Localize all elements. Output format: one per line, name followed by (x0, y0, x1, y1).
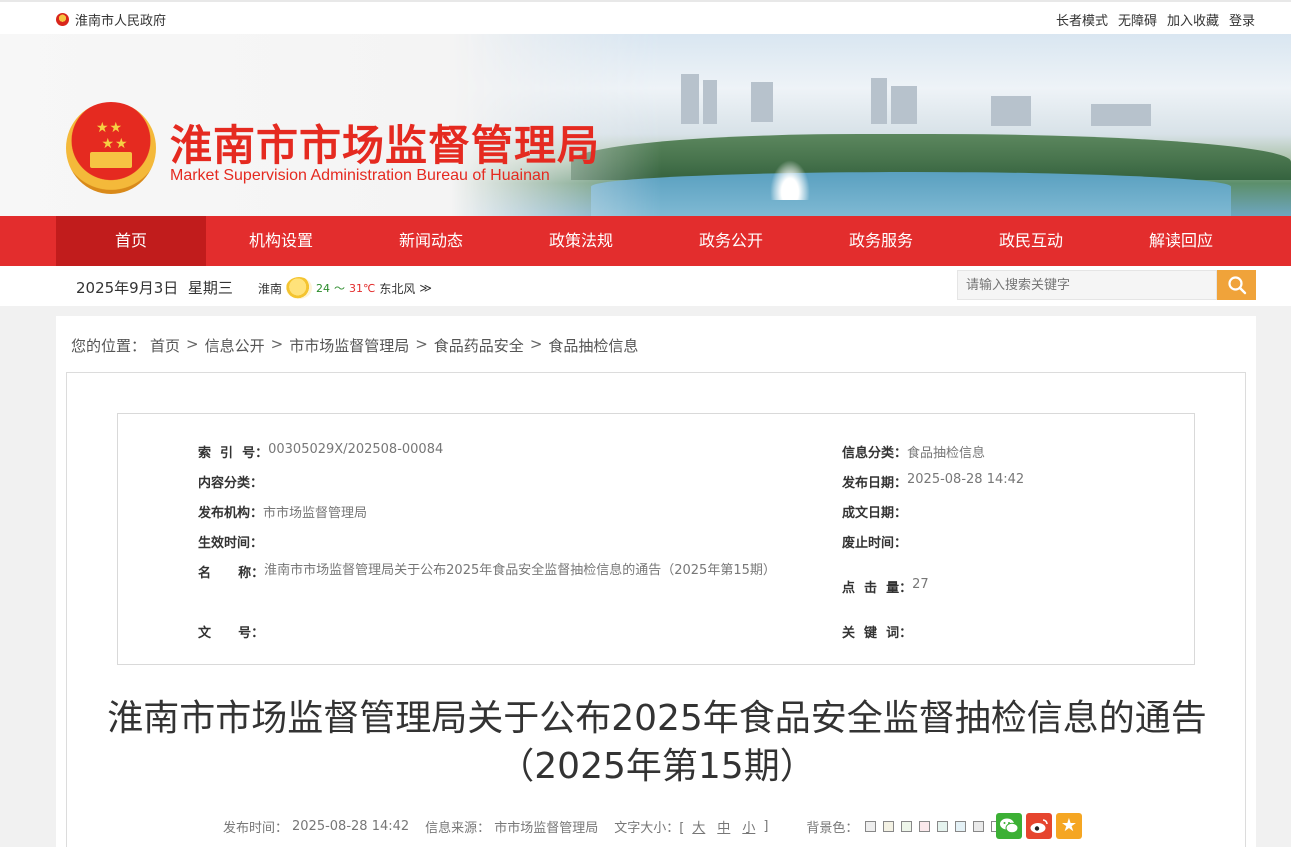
meta-category: 信息分类： 食品抽检信息 (842, 446, 986, 461)
bg-color-swatch[interactable] (919, 821, 931, 832)
meta-written-date: 成文日期： (842, 506, 908, 521)
breadcrumb: 您的位置： 首页 > 信息公开 > 市市场监督管理局 > 食品药品安全 > 食品… (71, 335, 639, 356)
article-title: 淮南市市场监督管理局关于公布2025年食品安全监督抽检信息的通告（2025年第1… (107, 698, 1207, 787)
font-size-small[interactable]: 小 (738, 817, 759, 836)
top-bar: 淮南市人民政府 长者模式 无障碍 加入收藏 登录 (0, 0, 1291, 34)
article-container: 索 引 号： 00305029X/202508-00084 信息分类： 食品抽检信息… (66, 372, 1246, 847)
add-favorite-link[interactable]: 加入收藏 (1167, 10, 1219, 29)
bureau-title-cn: 淮南市市场监督管理局 (170, 121, 601, 170)
meta-keywords: 关 键 词： (842, 626, 913, 641)
nav-item-organization[interactable]: 机构设置 (206, 216, 356, 266)
elder-mode-link[interactable]: 长者模式 (1056, 10, 1108, 29)
nav-item-news[interactable]: 新闻动态 (356, 216, 506, 266)
meta-content-type: 内容分类： (198, 476, 264, 491)
share-wechat-button[interactable] (996, 813, 1022, 839)
breadcrumb-home[interactable]: 首页 (150, 335, 180, 356)
nav-item-home[interactable]: 首页 (56, 216, 206, 266)
site-name-text: 淮南市人民政府 (75, 14, 167, 29)
weather-city: 淮南 (258, 281, 283, 296)
site-name[interactable]: 淮南市人民政府 (56, 10, 166, 29)
weather-widget[interactable]: 淮南 24 ～ 31℃ 东北风 ≫ (258, 277, 432, 299)
search-icon (1227, 276, 1246, 295)
article-source: 市市场监督管理局 (494, 821, 599, 836)
article-publish-time: 2025-08-28 14:42 (292, 819, 410, 834)
bg-color-swatch[interactable] (865, 821, 877, 832)
breadcrumb-prefix: 您的位置： (71, 337, 147, 355)
breadcrumb-info-public[interactable]: 信息公开 (205, 335, 265, 356)
meta-doc-no: 文 号： (198, 626, 265, 641)
meta-publish-date: 发布日期： 2025-08-28 14:42 (842, 472, 1025, 491)
meta-agency: 发布机构： 市市场监督管理局 (198, 506, 368, 521)
nav-item-gov-info[interactable]: 政务公开 (656, 216, 806, 266)
font-size-large[interactable]: 大 (688, 817, 709, 836)
top-links: 长者模式 无障碍 加入收藏 登录 (1056, 10, 1255, 29)
nav-item-interpretation[interactable]: 解读回应 (1106, 216, 1256, 266)
temp-low: 24 (316, 281, 331, 295)
weibo-icon (1030, 819, 1048, 833)
main-nav: 首页 机构设置 新闻动态 政策法规 政务公开 政务服务 政民互动 解读回应 (0, 216, 1291, 266)
meta-index-no: 索 引 号： 00305029X/202508-00084 (198, 442, 444, 461)
breadcrumb-food-drug[interactable]: 食品药品安全 (434, 335, 524, 356)
nav-item-policies[interactable]: 政策法规 (506, 216, 656, 266)
favorite-button[interactable]: ★ (1056, 813, 1082, 839)
national-emblem-icon: ★★ ★★ (66, 102, 156, 194)
meta-expire: 废止时间： (842, 536, 908, 551)
meta-effective: 生效时间： (198, 536, 264, 551)
accessibility-link[interactable]: 无障碍 (1118, 10, 1157, 29)
bg-color-swatch[interactable] (955, 821, 967, 832)
article-info: 发布时间： 2025-08-28 14:42 信息来源： 市市场监督管理局 文字大小… (223, 817, 1003, 836)
bureau-title-en: Market Supervision Administration Bureau… (170, 167, 550, 184)
weather-more-icon[interactable]: ≫ (419, 281, 432, 295)
fountain-image (770, 160, 810, 200)
search-box (957, 270, 1217, 300)
temp-high: 31℃ (349, 281, 376, 295)
metadata-table: 索 引 号： 00305029X/202508-00084 信息分类： 食品抽检信息… (117, 413, 1195, 665)
banner: ★★ ★★ 淮南市市场监督管理局 Market Supervision Admi… (0, 34, 1291, 216)
emblem-mini-icon (56, 13, 69, 26)
font-size-medium[interactable]: 中 (713, 817, 734, 836)
search-button[interactable] (1217, 270, 1256, 300)
meta-clicks: 点 击 量： 27 (842, 577, 929, 596)
share-weibo-button[interactable] (1026, 813, 1052, 839)
current-date: 2025年9月3日 星期三 (76, 279, 233, 297)
nav-item-interaction[interactable]: 政民互动 (956, 216, 1106, 266)
nav-item-gov-services[interactable]: 政务服务 (806, 216, 956, 266)
search-input[interactable] (958, 271, 1216, 299)
sunny-weather-icon (286, 277, 313, 299)
bg-color-swatch[interactable] (883, 821, 895, 832)
breadcrumb-food-inspection[interactable]: 食品抽检信息 (548, 335, 638, 356)
bg-color-swatch[interactable] (973, 821, 985, 832)
meta-name: 名 称： 淮南市市场监督管理局关于公布2025年食品安全监督抽检信息的通告（202… (198, 563, 776, 581)
breadcrumb-bureau[interactable]: 市市场监督管理局 (289, 335, 409, 356)
bg-color-swatch[interactable] (937, 821, 949, 832)
wind-direction: 东北风 (379, 281, 416, 296)
star-icon: ★ (1060, 815, 1078, 836)
wechat-icon (1000, 818, 1019, 834)
login-link[interactable]: 登录 (1229, 10, 1255, 29)
main-content: 您的位置： 首页 > 信息公开 > 市市场监督管理局 > 食品药品安全 > 食品… (56, 316, 1256, 847)
bg-color-swatch[interactable] (901, 821, 913, 832)
